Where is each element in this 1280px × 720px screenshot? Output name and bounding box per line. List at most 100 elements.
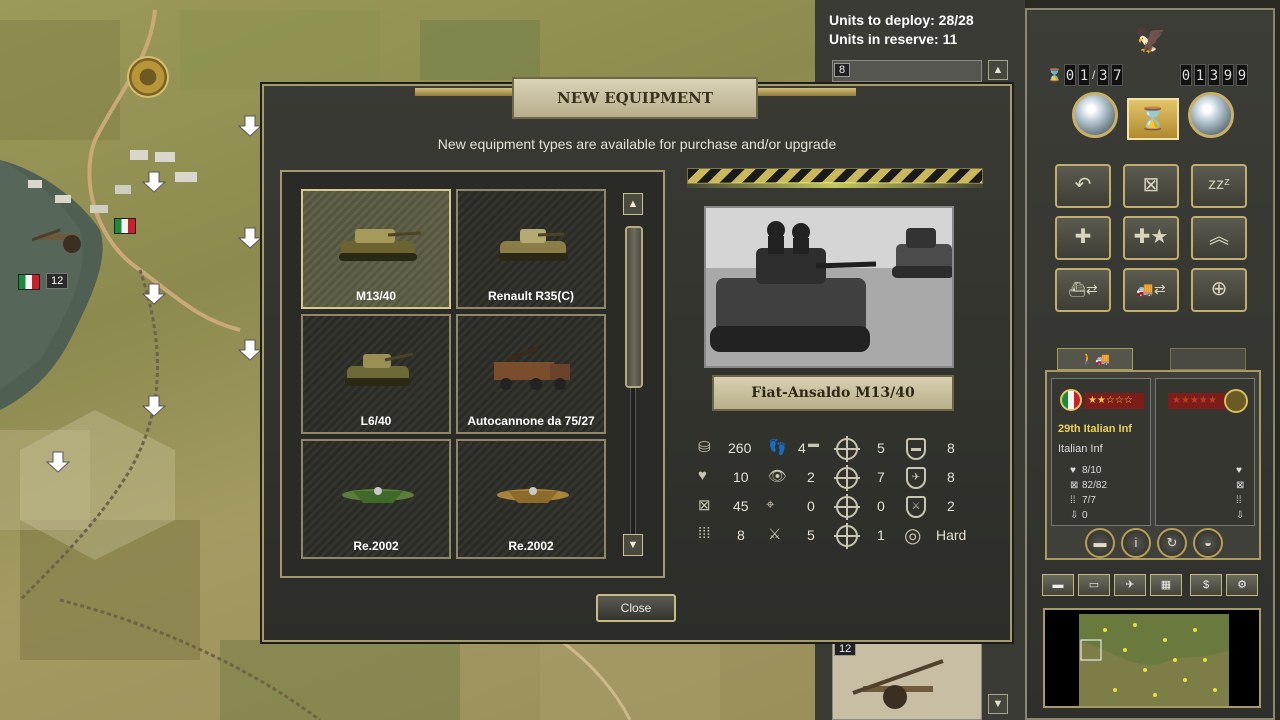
initiative-icon: ⚔ [768, 526, 782, 543]
mount-transport-button[interactable]: 🚚⇄ [1123, 268, 1179, 312]
ammo-icon: ⁞⁞ [1070, 495, 1076, 506]
equipment-label: L6/40 [360, 414, 392, 428]
light-tank-icon [345, 352, 414, 386]
units-to-deploy-text: Units to deploy: 28/28 [829, 12, 974, 28]
fuel-icon: ⊠ [698, 497, 711, 514]
deploy-scroll-up-button[interactable]: ▲ [988, 60, 1008, 80]
units-in-reserve-text: Units in reserve: 11 [829, 31, 958, 47]
close-button[interactable]: Close [596, 594, 676, 622]
end-turn-hourglass-button[interactable]: ⌛ [1127, 98, 1179, 140]
reinforce-button[interactable]: ✚ [1055, 216, 1111, 260]
unit-info-panel: ★★☆☆☆ 29th Italian Inf Italian Inf ♥ 8/1… [1045, 370, 1261, 560]
unit-tab-ground[interactable]: 🚶🚚 [1057, 348, 1133, 370]
turn-digit: 1 [1077, 64, 1090, 86]
tank-photo-image [706, 208, 952, 366]
initiative-value: 5 [807, 527, 815, 543]
cost-icon: ⛁ [698, 439, 711, 456]
unit-info-left: ★★☆☆☆ 29th Italian Inf Italian Inf ♥ 8/1… [1051, 378, 1151, 526]
disband-button[interactable]: ⊠ [1123, 164, 1179, 208]
ground-defense-value: 8 [947, 440, 955, 456]
deploy-arrow-icon[interactable] [238, 338, 262, 362]
equipment-item[interactable]: Renault R35(C) [456, 189, 606, 309]
equipment-item[interactable]: Autocannone da 75/27 [456, 314, 606, 434]
unit-type: Italian Inf [1058, 443, 1103, 455]
fuel-capacity-value: 45 [733, 498, 749, 514]
grid-icon: ▦ [1160, 579, 1172, 591]
equipment-item[interactable]: Re.2002 [301, 439, 451, 559]
reinforce-icon: ✚ [1074, 226, 1092, 248]
undo-button[interactable]: ↶ [1055, 164, 1111, 208]
unit-info-button[interactable]: i [1121, 528, 1151, 558]
cost-value: 260 [728, 440, 752, 456]
deploy-arrow-icon[interactable] [142, 170, 166, 194]
list-scroll-down-button[interactable]: ▼ [623, 534, 643, 556]
fighter-plane-icon [342, 487, 414, 503]
unit-tab-secondary[interactable] [1170, 348, 1246, 370]
rotate-icon: ↻ [1166, 535, 1178, 550]
weather-orb-icon[interactable] [1072, 92, 1118, 138]
tool-grid-button[interactable]: ▦ [1150, 574, 1182, 596]
target-type-value: Hard [936, 527, 967, 543]
prestige-counter: 0 1 3 9 9 [1180, 60, 1248, 90]
equipment-label: Re.2002 [353, 539, 399, 553]
upgrade-button[interactable]: ︽ [1191, 216, 1247, 260]
tool-prestige-button[interactable]: $ [1190, 574, 1222, 596]
deploy-arrow-icon[interactable] [142, 394, 166, 418]
minimap[interactable] [1043, 608, 1261, 708]
air-mission-icon: ⊕ [1210, 278, 1228, 300]
upgrade-icon: ︽ [1209, 226, 1229, 248]
naval-attack-icon [834, 523, 860, 549]
tank-icon: ▬ [1052, 579, 1064, 591]
elite-reinforce-button[interactable]: ✚★ [1123, 216, 1179, 260]
hourglass-small-icon: ⌛ [1047, 68, 1062, 82]
air-mission-button[interactable]: ⊕ [1191, 268, 1247, 312]
unit-entrench-stat: 0 [1082, 510, 1088, 521]
list-scroll-up-button[interactable]: ▲ [623, 193, 643, 215]
deploy-arrow-icon[interactable] [238, 114, 262, 138]
equipment-item[interactable]: L6/40 [301, 314, 451, 434]
unit-rotate-button[interactable]: ↻ [1157, 528, 1187, 558]
equipment-photo [704, 206, 954, 368]
fuel-icon: ⊠ [1236, 480, 1245, 491]
embark-naval-icon: ⛴⇄ [1068, 281, 1098, 297]
equipment-item[interactable]: Re.2002 [456, 439, 606, 559]
deploy-arrow-icon[interactable] [238, 226, 262, 250]
tool-tank2-button[interactable]: ▭ [1078, 574, 1110, 596]
unit-info-right: ★★★★★ ♥ ⊠ ⁞⁞ ⇩ [1155, 378, 1255, 526]
core-orb-icon[interactable] [1188, 92, 1234, 138]
spotting-value: 2 [807, 469, 815, 485]
deploy-unit-card[interactable] [832, 60, 982, 82]
infantry-truck-icon: 🚶🚚 [1080, 352, 1110, 366]
truck-gun-icon [494, 346, 570, 390]
tool-settings-button[interactable]: ⚙ [1226, 574, 1258, 596]
deploy-arrow-icon[interactable] [142, 282, 166, 306]
strength-heart-icon: ♥ [698, 467, 707, 484]
tool-airplane-button[interactable]: ✈ [1114, 574, 1146, 596]
unit-helmet-button[interactable]: ◒ [1193, 528, 1223, 558]
elite-reinforce-icon: ✚★ [1133, 226, 1169, 248]
sleep-button[interactable]: zzᶻ [1191, 164, 1247, 208]
artillery-unit-icon[interactable] [32, 220, 92, 254]
list-scroll-thumb[interactable] [625, 226, 643, 388]
tool-tank-button[interactable]: ▬ [1042, 574, 1074, 596]
prestige-digit: 3 [1208, 64, 1220, 86]
deploy-scroll-down-button[interactable]: ▼ [988, 694, 1008, 714]
unit-tank-button[interactable]: ▬ [1085, 528, 1115, 558]
equipment-label: Re.2002 [508, 539, 554, 553]
ground-defense-icon: ▬ [906, 438, 926, 460]
unit-strength-badge: 12 [46, 273, 69, 289]
equipment-name: Fiat-Ansaldo M13/40 [712, 375, 954, 411]
game-screen: 12 Units to deploy: 28/28 Units in reser… [0, 0, 1280, 720]
undo-icon: ↶ [1074, 174, 1092, 196]
embark-naval-button[interactable]: ⛴⇄ [1055, 268, 1111, 312]
equipment-item[interactable]: M13/40 [301, 189, 451, 309]
italian-flag-icon [1060, 389, 1082, 411]
prestige-digit: 1 [1194, 64, 1206, 86]
hard-attack-icon [834, 465, 860, 491]
turn-counter: ⌛ 0 1 / 3 7 [1047, 60, 1124, 90]
turn-separator: / [1091, 68, 1096, 82]
experience-stars: ★★☆☆☆ [1084, 393, 1144, 409]
italian-flag-icon [18, 274, 40, 290]
deploy-arrow-icon[interactable] [46, 450, 70, 474]
movement-icon: 👣 [768, 439, 787, 456]
